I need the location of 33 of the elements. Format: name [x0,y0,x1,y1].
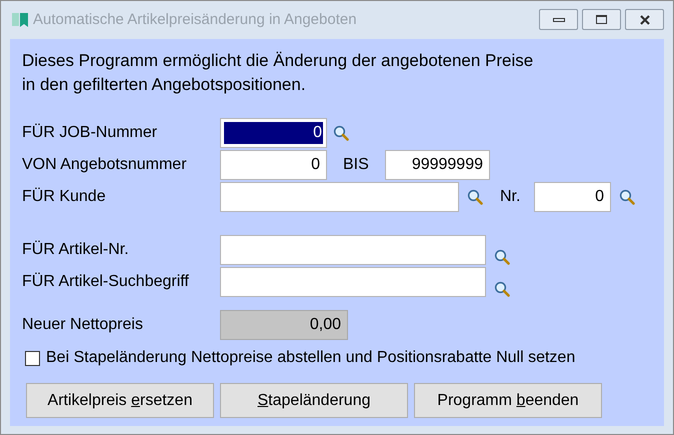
search-icon[interactable] [467,189,483,205]
field-label: FÜR JOB-Nummer [22,122,158,143]
customer-number-field[interactable]: 0 [534,182,611,212]
description-text: Dieses Programm ermöglicht die Änderung der angebotenen Preise [22,50,534,72]
field-label: FÜR Artikel-Suchbegriff [22,272,190,292]
offer-to-field[interactable]: 99999999 [385,150,490,180]
maximize-button[interactable] [582,9,621,30]
search-icon[interactable] [333,125,349,141]
checkbox[interactable] [25,350,40,366]
minimize-button[interactable] [539,9,578,30]
field-label: Neuer Nettopreis [22,314,144,334]
window-title: Automatische Artikelpreisänderung in Angeboten [33,10,358,30]
description-text: in den gefilterten Angebotspositionen. [22,74,307,96]
action-button[interactable]: Stapeländerung [220,383,408,418]
customer-field[interactable] [220,182,459,212]
article-number-field[interactable] [220,235,486,265]
search-icon[interactable] [494,281,510,297]
action-button[interactable]: Programm beenden [414,383,602,418]
field-label: VON Angebotsnummer [22,155,188,175]
field-label: FÜR Artikel-Nr. [22,240,130,260]
article-search-field[interactable] [220,267,486,297]
close-button[interactable] [625,9,664,30]
action-button[interactable]: Artikelpreis ersetzen [26,383,214,418]
number-label: Nr. [500,187,522,207]
close-icon [638,14,650,24]
offer-from-field[interactable]: 0 [220,150,327,180]
search-icon[interactable] [494,249,510,265]
checkbox-label: Bei Stapeländerung Nettopreise abstellen und Positionsrabatte Null setzen [46,348,576,368]
field-label: FÜR Kunde [22,186,107,207]
to-label: BIS [343,155,370,175]
job-number-field[interactable]: 0 [220,118,327,148]
search-icon[interactable] [619,189,635,205]
bookmark-icon [12,12,30,28]
